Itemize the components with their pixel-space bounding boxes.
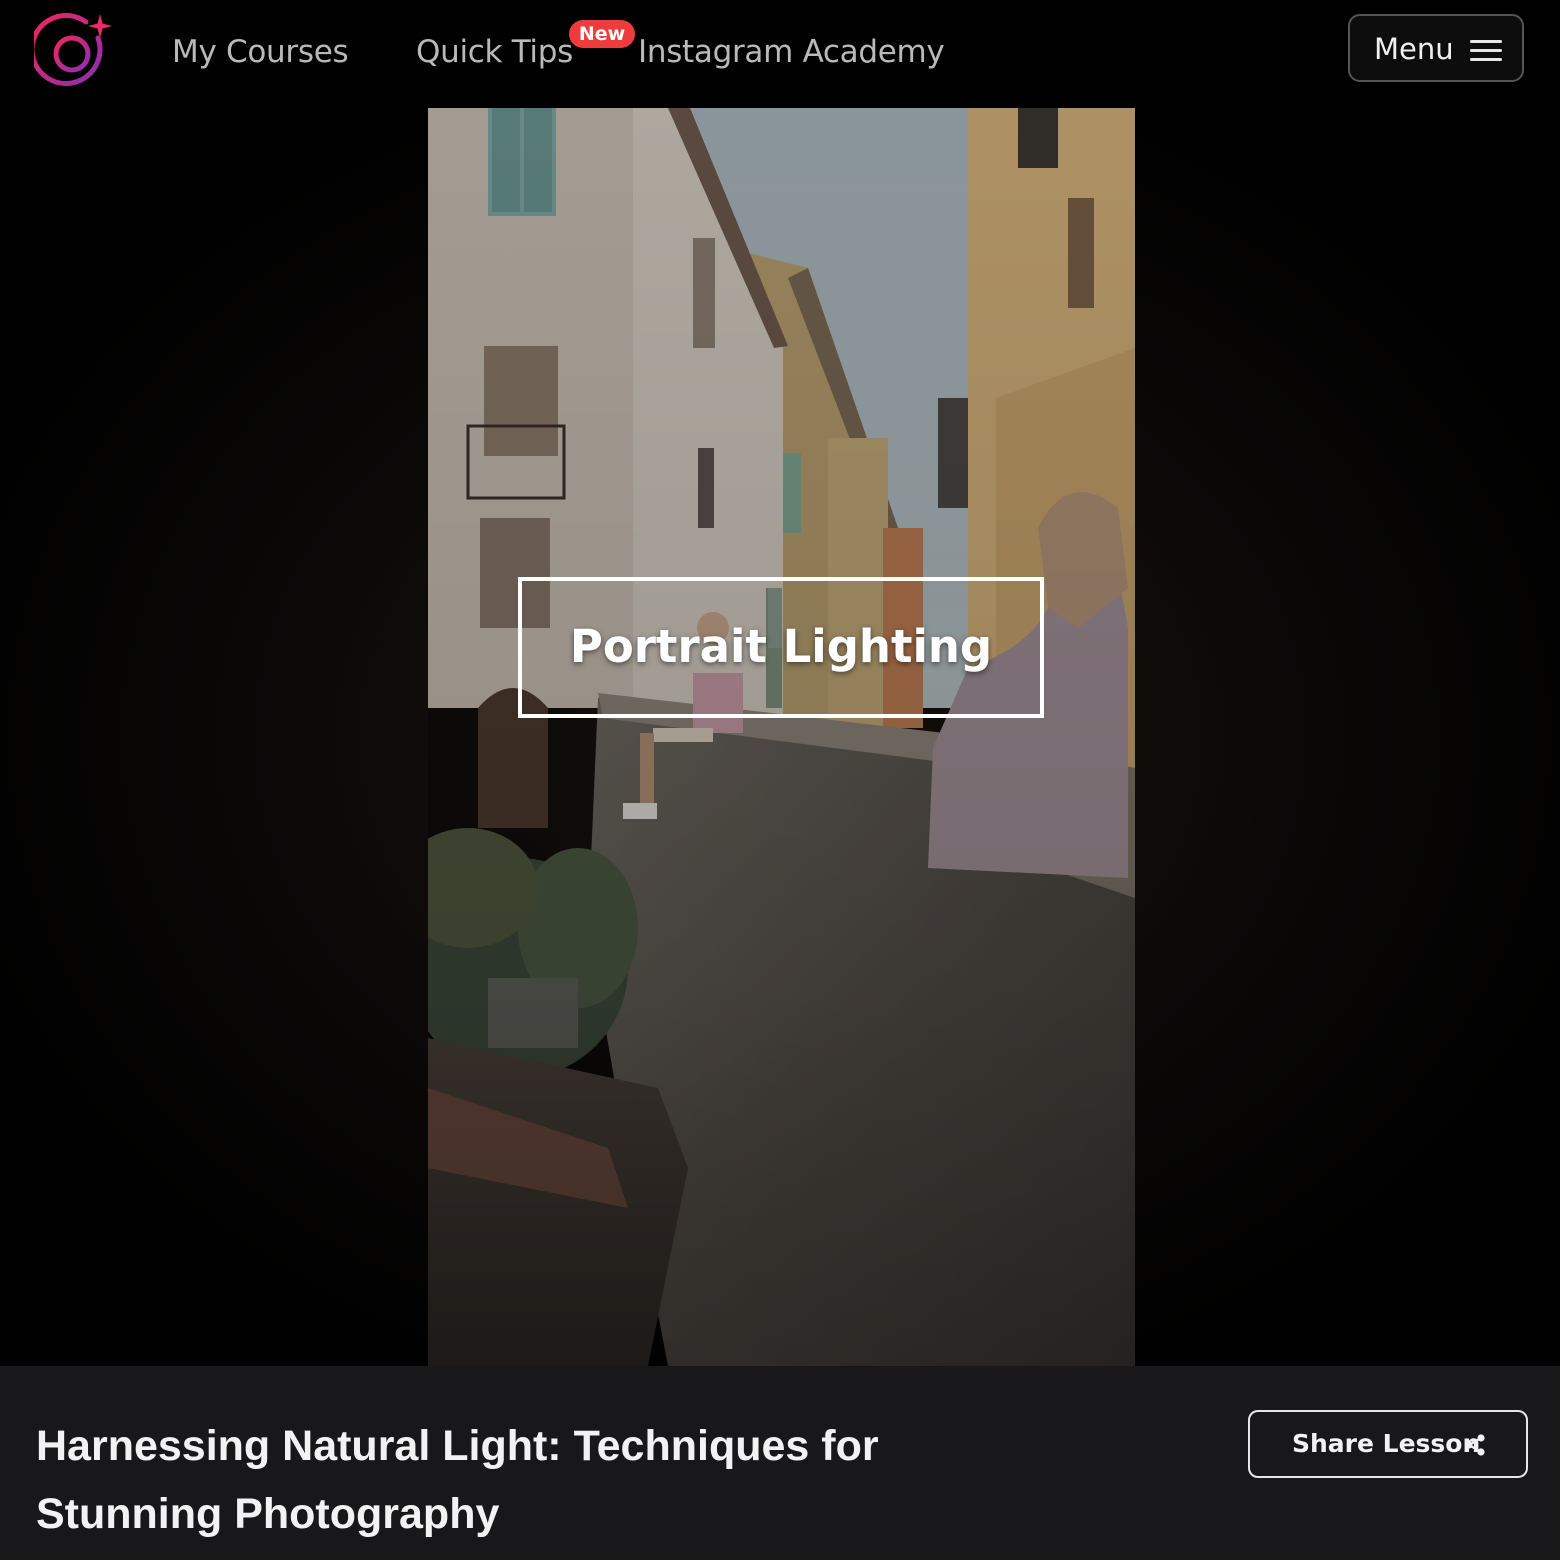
video-still-street-scene bbox=[428, 108, 1135, 1366]
video-overlay-title-box: Portrait Lighting bbox=[518, 577, 1044, 718]
share-lesson-label: Share Lesson bbox=[1292, 1429, 1481, 1458]
video-overlay-title: Portrait Lighting bbox=[569, 620, 993, 673]
new-badge: New bbox=[569, 20, 635, 48]
camera-lens-sparkle-icon[interactable] bbox=[34, 12, 114, 92]
lesson-title: Harnessing Natural Light: Techniques for… bbox=[36, 1422, 879, 1538]
share-icon bbox=[1465, 1434, 1485, 1456]
page: My Courses Quick Tips New Instagram Acad… bbox=[0, 0, 1560, 1560]
menu-button-label: Menu bbox=[1374, 32, 1454, 66]
hamburger-icon bbox=[1470, 40, 1502, 62]
lesson-video[interactable] bbox=[428, 108, 1135, 1366]
nav-link-quick-tips[interactable]: Quick Tips bbox=[416, 30, 573, 74]
menu-button[interactable]: Menu bbox=[1348, 14, 1524, 82]
share-lesson-button[interactable]: Share Lesson bbox=[1248, 1410, 1528, 1478]
nav-link-instagram-academy[interactable]: Instagram Academy bbox=[638, 30, 945, 74]
lesson-info-bar: Harnessing Natural Light: Techniques for… bbox=[0, 1366, 1560, 1560]
top-navbar: My Courses Quick Tips New Instagram Acad… bbox=[0, 0, 1560, 108]
nav-link-my-courses[interactable]: My Courses bbox=[172, 30, 349, 74]
video-stage: Portrait Lighting bbox=[0, 108, 1560, 1366]
